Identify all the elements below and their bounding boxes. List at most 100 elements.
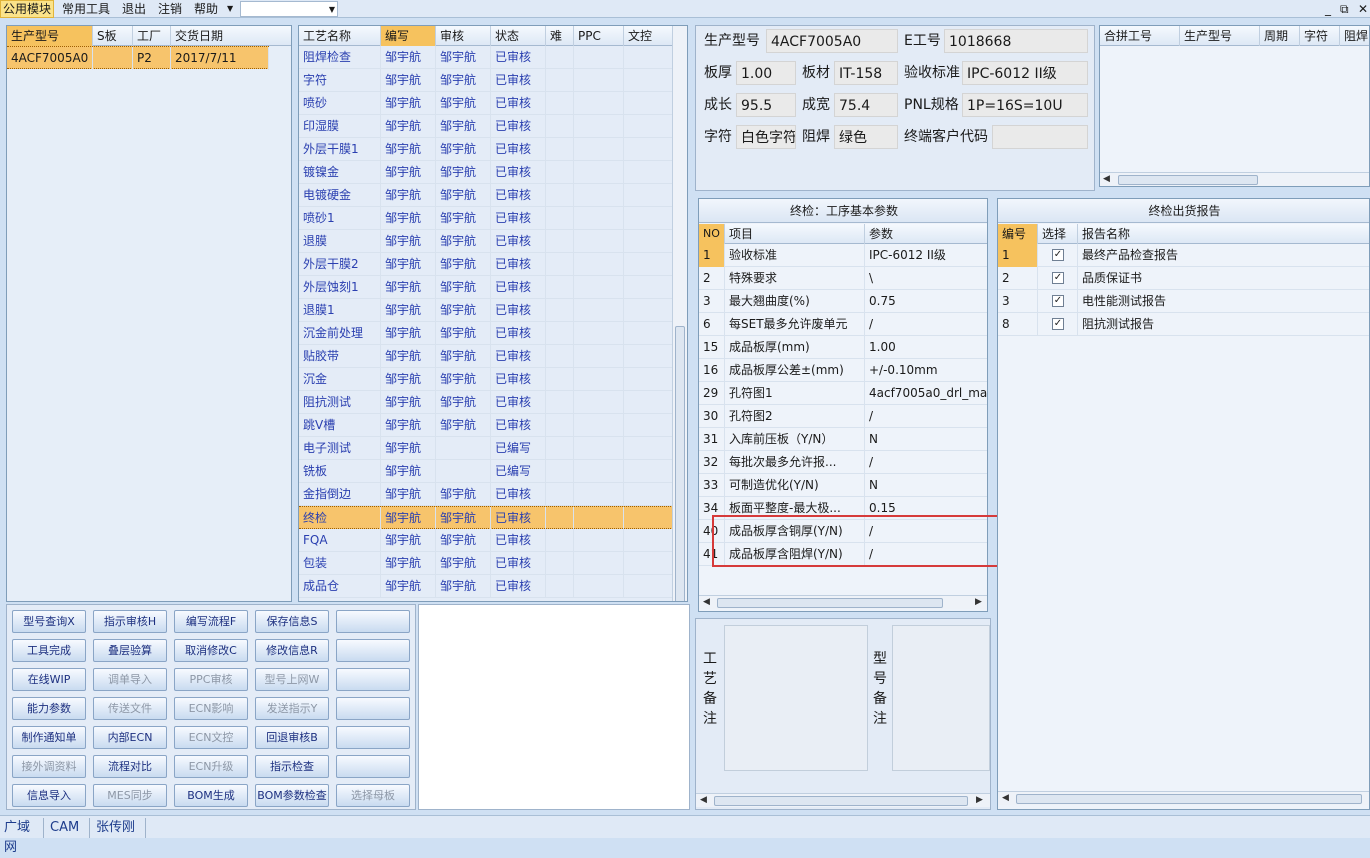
- column-header[interactable]: 难: [546, 26, 574, 46]
- action-button[interactable]: 调单导入: [93, 668, 167, 691]
- table-row[interactable]: 2 ✓ 品质保证书: [998, 267, 1369, 290]
- column-header[interactable]: 文控: [624, 26, 673, 46]
- action-button[interactable]: 发送指示Y: [255, 697, 329, 720]
- action-button[interactable]: ECN文控: [174, 726, 248, 749]
- menu-combo[interactable]: ▼: [240, 1, 338, 17]
- action-button[interactable]: [336, 726, 410, 749]
- length-field[interactable]: 95.5: [736, 93, 796, 117]
- action-button[interactable]: [336, 697, 410, 720]
- table-row[interactable]: 成品仓 邹宇航 邹宇航 已审核: [299, 575, 673, 598]
- table-row[interactable]: 31 入库前压板（Y/N） N: [699, 428, 987, 451]
- action-button[interactable]: BOM参数检查: [255, 784, 329, 807]
- action-button[interactable]: [336, 755, 410, 778]
- table-row[interactable]: 贴胶带 邹宇航 邹宇航 已审核: [299, 345, 673, 368]
- horizontal-scrollbar[interactable]: ◀ ▶: [699, 595, 987, 609]
- table-row[interactable]: 33 可制造优化(Y/N) N: [699, 474, 987, 497]
- action-button[interactable]: 信息导入: [12, 784, 86, 807]
- horizontal-scrollbar[interactable]: ◀: [998, 791, 1369, 805]
- menu-logout[interactable]: 注销: [156, 0, 184, 18]
- column-header[interactable]: 编写: [381, 26, 436, 46]
- eno-field[interactable]: 1018668: [944, 29, 1088, 53]
- table-row[interactable]: 1 ✓ 最终产品检查报告: [998, 244, 1369, 267]
- table-row[interactable]: 3 最大翘曲度(%) 0.75: [699, 290, 987, 313]
- checkbox[interactable]: ✓: [1052, 318, 1064, 330]
- table-row[interactable]: 金指倒边 邹宇航 邹宇航 已审核: [299, 483, 673, 506]
- action-button[interactable]: 型号上网W: [255, 668, 329, 691]
- action-button[interactable]: ECN影响: [174, 697, 248, 720]
- menu-exit[interactable]: 退出: [120, 0, 148, 18]
- column-header[interactable]: 生产型号: [1180, 26, 1260, 46]
- menu-help[interactable]: 帮助: [192, 0, 220, 18]
- column-header[interactable]: PPC: [574, 26, 624, 46]
- table-row[interactable]: 外层干膜1 邹宇航 邹宇航 已审核: [299, 138, 673, 161]
- column-header[interactable]: 状态: [491, 26, 546, 46]
- column-header[interactable]: NO: [699, 224, 725, 244]
- action-button[interactable]: 流程对比: [93, 755, 167, 778]
- action-button[interactable]: [336, 639, 410, 662]
- action-button[interactable]: 编写流程F: [174, 610, 248, 633]
- vertical-scrollbar[interactable]: [672, 26, 687, 601]
- table-row[interactable]: 4ACF7005A0 P2 2017/7/11: [7, 46, 269, 70]
- table-row[interactable]: 跳V槽 邹宇航 邹宇航 已审核: [299, 414, 673, 437]
- action-button[interactable]: MES同步: [93, 784, 167, 807]
- mask-field[interactable]: 绿色: [834, 125, 898, 149]
- column-header[interactable]: 项目: [725, 224, 865, 244]
- action-button[interactable]: 选择母板: [336, 784, 410, 807]
- thickness-field[interactable]: 1.00: [736, 61, 796, 85]
- scrollbar-thumb[interactable]: [717, 598, 943, 608]
- column-header[interactable]: 选择: [1038, 224, 1078, 244]
- table-row[interactable]: 电镀硬金 邹宇航 邹宇航 已审核: [299, 184, 673, 207]
- material-field[interactable]: IT-158: [834, 61, 898, 85]
- action-button[interactable]: 制作通知单: [12, 726, 86, 749]
- table-row[interactable]: 阻抗测试 邹宇航 邹宇航 已审核: [299, 391, 673, 414]
- column-header[interactable]: 阻焊: [1340, 26, 1369, 46]
- action-button[interactable]: [336, 610, 410, 633]
- menu-common-tools[interactable]: 常用工具: [60, 0, 112, 18]
- column-header[interactable]: S板: [93, 26, 133, 46]
- column-header[interactable]: 生产型号: [7, 26, 93, 46]
- action-button[interactable]: ECN升级: [174, 755, 248, 778]
- table-row[interactable]: 镀镍金 邹宇航 邹宇航 已审核: [299, 161, 673, 184]
- char-field[interactable]: 白色字符: [736, 125, 796, 149]
- table-row[interactable]: 包装 邹宇航 邹宇航 已审核: [299, 552, 673, 575]
- action-button[interactable]: 指示检查: [255, 755, 329, 778]
- horizontal-scrollbar[interactable]: ◀: [1100, 172, 1369, 186]
- action-button[interactable]: 回退审核B: [255, 726, 329, 749]
- table-row[interactable]: 印湿膜 邹宇航 邹宇航 已审核: [299, 115, 673, 138]
- table-row[interactable]: 沉金 邹宇航 邹宇航 已审核: [299, 368, 673, 391]
- action-button[interactable]: 修改信息R: [255, 639, 329, 662]
- table-row[interactable]: 1 验收标准 IPC-6012 II级: [699, 244, 987, 267]
- column-header[interactable]: 参数: [865, 224, 987, 244]
- table-row[interactable]: 29 孔符图1 4acf7005a0_drl_ma: [699, 382, 987, 405]
- action-button[interactable]: 工具完成: [12, 639, 86, 662]
- scroll-left-icon[interactable]: ◀: [703, 596, 710, 609]
- action-button[interactable]: [336, 668, 410, 691]
- action-button[interactable]: 保存信息S: [255, 610, 329, 633]
- standard-field[interactable]: IPC-6012 II级: [962, 61, 1088, 85]
- column-header[interactable]: 审核: [436, 26, 491, 46]
- checkbox[interactable]: ✓: [1052, 272, 1064, 284]
- process-notes-textarea[interactable]: [724, 625, 868, 771]
- table-row[interactable]: 6 每SET最多允许废单元 /: [699, 313, 987, 336]
- action-button[interactable]: 接外调资料: [12, 755, 86, 778]
- table-row[interactable]: 16 成品板厚公差±(mm) +/-0.10mm: [699, 359, 987, 382]
- table-row[interactable]: 15 成品板厚(mm) 1.00: [699, 336, 987, 359]
- scroll-right-icon[interactable]: ▶: [975, 596, 982, 609]
- model-notes-textarea[interactable]: [892, 625, 990, 771]
- table-row[interactable]: 喷砂 邹宇航 邹宇航 已审核: [299, 92, 673, 115]
- scrollbar-thumb[interactable]: [1118, 175, 1258, 185]
- scrollbar-thumb[interactable]: [675, 326, 685, 601]
- table-row[interactable]: 30 孔符图2/: [699, 405, 987, 428]
- action-button[interactable]: 内部ECN: [93, 726, 167, 749]
- table-row[interactable]: 32 每批次最多允许报... /: [699, 451, 987, 474]
- table-row[interactable]: 退膜 邹宇航 邹宇航 已审核: [299, 230, 673, 253]
- action-button[interactable]: 叠层验算: [93, 639, 167, 662]
- table-row[interactable]: 终检 邹宇航 邹宇航 已审核: [299, 506, 673, 530]
- scroll-right-icon[interactable]: ▶: [976, 794, 983, 807]
- chevron-down-icon[interactable]: ▼: [227, 0, 233, 18]
- width-field[interactable]: 75.4: [834, 93, 898, 117]
- column-header[interactable]: 工艺名称: [299, 26, 381, 46]
- table-row[interactable]: 3 ✓ 电性能测试报告: [998, 290, 1369, 313]
- menu-public-modules[interactable]: 公用模块: [0, 0, 55, 18]
- table-row[interactable]: 铣板 邹宇航 已编写: [299, 460, 673, 483]
